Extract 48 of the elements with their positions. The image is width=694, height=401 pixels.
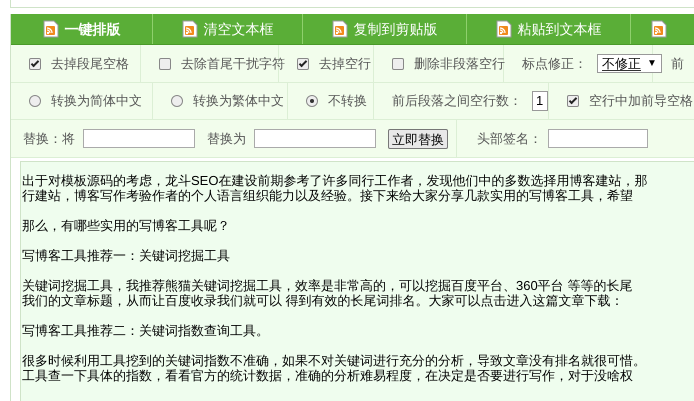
text-line: 写博客工具推荐二：关键词指数查询工具。 <box>22 323 269 338</box>
find-field[interactable] <box>83 129 195 148</box>
field-label: 替换为 <box>207 130 246 148</box>
text-area[interactable] <box>20 161 694 401</box>
option-label: 转换为简体中文 <box>51 92 142 110</box>
checkbox[interactable] <box>567 95 579 107</box>
checkbox[interactable] <box>297 58 309 70</box>
replace-button[interactable]: 立即替换 <box>388 128 448 148</box>
option-label: 不转换 <box>328 92 367 110</box>
field-label: 替换：将 <box>23 130 75 148</box>
option-label: 标点修正： <box>522 54 587 73</box>
signature-field[interactable] <box>548 129 648 148</box>
option-label: 去掉段尾空格 <box>51 54 129 73</box>
rss-document-icon <box>332 20 348 38</box>
option-label: 前 <box>671 54 684 73</box>
rss-document-icon <box>651 20 667 38</box>
radio-button[interactable] <box>29 95 41 107</box>
option-label: 去除首尾干扰字符 <box>181 54 285 73</box>
text-field[interactable] <box>10 0 694 8</box>
checkbox[interactable] <box>159 58 171 70</box>
rss-document-icon <box>42 20 58 38</box>
option-label: 转换为繁体中文 <box>193 92 284 110</box>
punctuation-select[interactable]: 不修正 ▼ <box>597 54 662 73</box>
replace-field[interactable] <box>254 129 376 148</box>
number-field[interactable]: 1 <box>532 91 548 111</box>
toolbar-button[interactable]: 清空文本框 <box>153 14 303 44</box>
text-line: 行建站，博客写作考验作者的个人语言组织能力以及经验。接下来给大家分享几款实用的写博客工具，希望 <box>22 188 633 203</box>
checkbox[interactable] <box>392 58 404 70</box>
option-label: 删除非段落空行 <box>414 54 505 73</box>
option-label: 空行中加前导空格 <box>589 92 693 110</box>
rss-document-icon <box>496 20 512 38</box>
checkbox[interactable] <box>29 58 41 70</box>
text-line: 那么，有哪些实用的写博客工具呢？ <box>22 218 230 233</box>
text-line: 出于对模板源码的考虑，龙斗SEO在建设前期参考了许多同行工作者，发现他们中的多数选择用博客建站，那 <box>22 173 648 188</box>
text-line: 很多时候利用工具挖到的关键词指数不准确，如果不对关键词进行充分的分析，导致文章没有排名就很可惜。 <box>22 353 646 368</box>
radio-button[interactable] <box>171 95 183 107</box>
option-label: 去掉空行 <box>319 54 371 73</box>
option-label: 前后段落之间空行数： <box>392 92 522 110</box>
text-line: 我们的文章标题，从而让百度收录我们就可以 得到有效的长尾词排名。大家可以点击进入这篇文章下载： <box>22 293 624 308</box>
toolbar-button[interactable]: 粘贴到文本框 <box>467 14 631 44</box>
toolbar-button[interactable]: 一键排版 <box>11 14 153 44</box>
text-line: 写博客工具推荐一：关键词挖掘工具 <box>22 248 230 263</box>
text-line: 关键词挖掘工具，我推荐熊猫关键词挖掘工具，效率是非常高的，可以挖掘百度平台、360平台 等等的长尾 <box>22 278 632 293</box>
radio-button[interactable] <box>306 95 318 107</box>
toolbar-button[interactable]: 复制到剪贴版 <box>303 14 467 44</box>
field-label: 头部签名： <box>477 130 542 148</box>
rss-document-icon <box>182 20 198 38</box>
text-line: 工具查一下具体的指数，看看官方的统计数据，准确的分析难易程度，在决定是否要进行写作，对于没啥权 <box>22 368 633 383</box>
